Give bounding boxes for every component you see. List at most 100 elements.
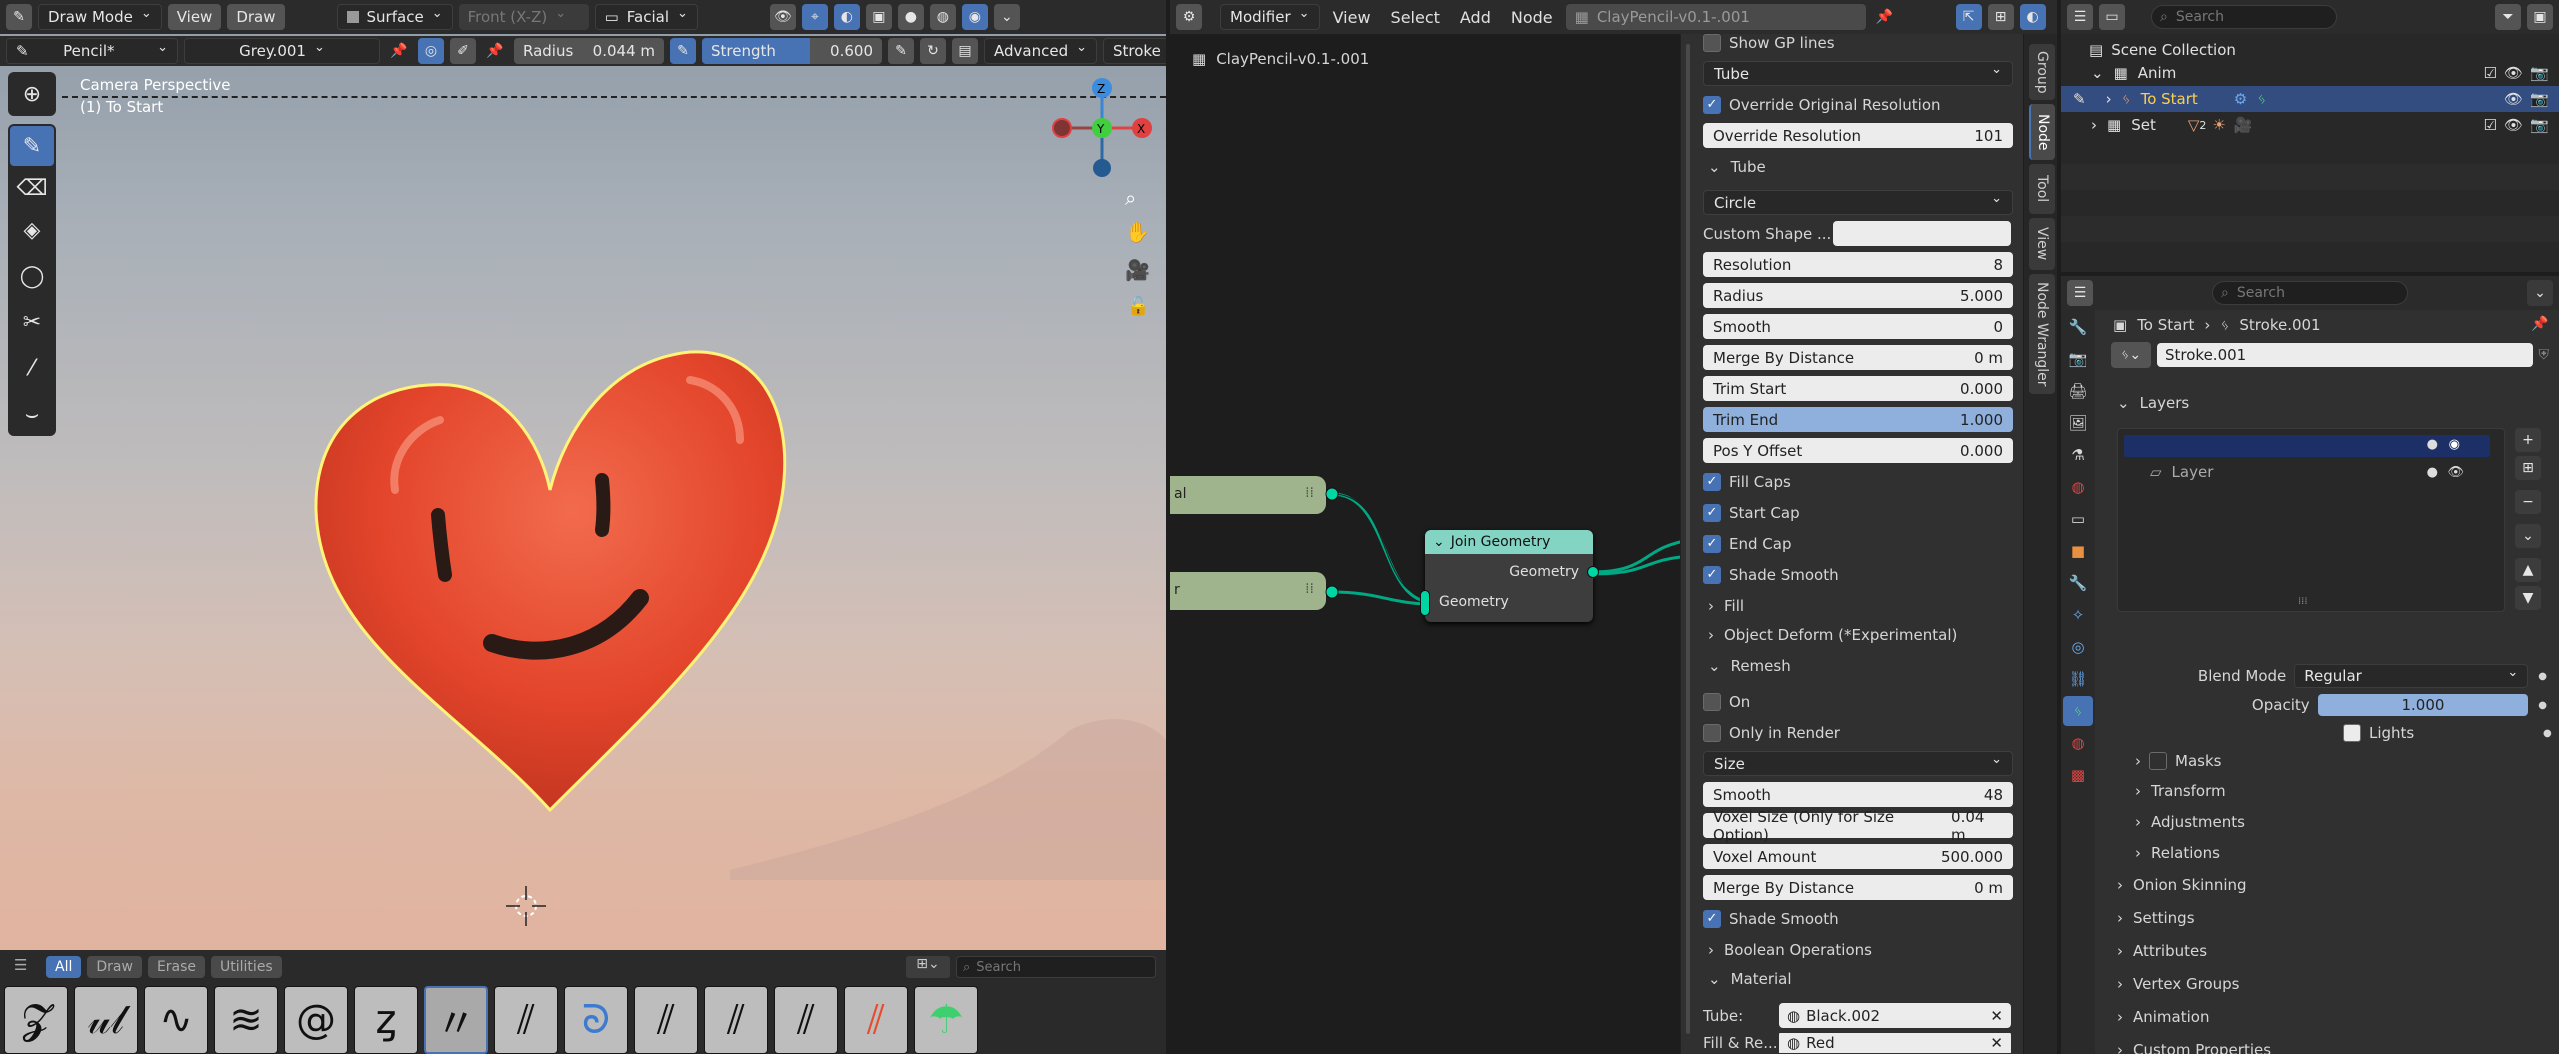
trim-end-field[interactable]: Trim End 1.000 — [1703, 407, 2013, 432]
shelf-tab-all[interactable]: All — [46, 956, 82, 978]
object-tab-icon[interactable]: ■ — [2063, 536, 2093, 566]
voxel-size-field[interactable]: Voxel Size (Only for Size Option) 0.04 m — [1703, 808, 2013, 844]
stabilizer-icon[interactable]: ↻ — [920, 38, 946, 64]
cursor-tool[interactable]: ⊕ — [10, 74, 54, 114]
shade-smooth-checkbox[interactable]: ✓ — [1703, 565, 1721, 584]
brush-erase-soft-icon[interactable]: ⫽ — [704, 986, 768, 1054]
layer-list[interactable]: ● ◉ ▱ Layer ● 👁 ⁞⁞⁞ — [2117, 428, 2505, 612]
outliner-row-set[interactable]: › ▦ Set ▽ 2 ☀ 🎥 ☑ 👁 📷 — [2061, 112, 2559, 138]
shelf-tab-draw[interactable]: Draw — [87, 956, 142, 978]
custom-shape-field[interactable] — [1833, 221, 2011, 246]
size-mode-dropdown[interactable]: Size — [1703, 751, 2013, 776]
placement-select[interactable]: Surface — [336, 4, 453, 30]
lights-checkbox[interactable] — [2343, 724, 2361, 742]
new-collection-icon[interactable]: ▣ — [2527, 4, 2553, 30]
fill-material-field[interactable]: ◍ Red ✕ — [1779, 1033, 2011, 1053]
shelf-menu-icon[interactable]: ☰ — [14, 956, 40, 978]
brush-icon[interactable]: ✐ — [450, 38, 476, 64]
only-render-row[interactable]: Only in Render — [1703, 720, 2013, 745]
tube-material-field[interactable]: ◍ Black.002 ✕ — [1779, 1003, 2011, 1028]
radius-field[interactable]: Radius 5.000 — [1703, 283, 2013, 308]
shade-smooth2-row[interactable]: ✓ Shade Smooth — [1703, 906, 2013, 931]
fake-user-icon[interactable]: ⛨ — [2539, 347, 2550, 363]
start-cap-checkbox[interactable]: ✓ — [1703, 503, 1721, 522]
pin-icon[interactable]: 📌 — [386, 38, 412, 64]
shading-rendered-icon[interactable]: ◉ — [961, 4, 988, 30]
attributes-panel[interactable]: › Attributes — [2117, 942, 2207, 960]
brush-pen-icon[interactable]: @ — [284, 986, 348, 1054]
outliner[interactable]: ☰ ▭ ⌕ Search ⏷ ▣ ▤ Scene Collection ⌄ ▦ Anim… — [2061, 0, 2559, 272]
transform-subpanel[interactable]: › Transform — [2135, 782, 2226, 800]
texture-tab-icon[interactable]: ▩ — [2063, 760, 2093, 790]
layers-panel-header[interactable]: ⌄ Layers — [2117, 394, 2189, 412]
remesh-section-header[interactable]: ⌄ Remesh — [1708, 653, 2018, 678]
strength-pressure-icon[interactable]: ✎ — [888, 38, 914, 64]
resolution-field[interactable]: Resolution 8 — [1703, 252, 2013, 277]
brush-tint-icon[interactable]: ⫽ — [844, 986, 908, 1054]
strength-field[interactable]: Strength 0.600 — [702, 38, 882, 64]
override-res-check-row[interactable]: ✓ Override Original Resolution — [1703, 92, 2013, 117]
shading-options-icon[interactable]: ⌄ — [993, 4, 1020, 30]
brush-fill-icon[interactable]: ☂ — [914, 986, 978, 1054]
shade-smooth-row[interactable]: ✓ Shade Smooth — [1703, 562, 2013, 587]
show-gp-lines-row[interactable]: Show GP lines — [1703, 30, 2013, 55]
only-render-checkbox[interactable] — [1703, 723, 1721, 742]
layer-specials-icon[interactable]: ⌄ — [2515, 524, 2541, 548]
shader-fx-tab-icon[interactable]: ✧ — [2063, 600, 2093, 630]
outliner-row-anim[interactable]: ⌄ ▦ Anim ☑ 👁 📷 — [2061, 60, 2559, 86]
join-geometry-header[interactable]: ⌄ Join Geometry — [1425, 530, 1593, 554]
eye-icon[interactable]: 👁 — [2504, 90, 2523, 108]
primitive-tool[interactable]: ◯ — [10, 256, 54, 296]
close-icon[interactable]: ✕ — [1990, 1007, 2003, 1025]
shelf-search-input[interactable]: ⌕ Search — [956, 956, 1156, 978]
posy-field[interactable]: Pos Y Offset 0.000 — [1703, 438, 2013, 463]
shade-smooth2-checkbox[interactable]: ✓ — [1703, 909, 1721, 928]
animate-dot-icon[interactable]: ● — [2543, 728, 2552, 739]
tab-node-wrangler[interactable]: Node Wrangler — [2029, 274, 2055, 394]
cutter-tool[interactable]: ✂ — [10, 302, 54, 342]
settings-icon[interactable]: ▤ — [952, 38, 978, 64]
smooth-field[interactable]: Smooth 0 — [1703, 314, 2013, 339]
navigation-gizmo[interactable]: Z X Y — [1040, 76, 1160, 186]
move-down-icon[interactable]: ▼ — [2515, 586, 2541, 610]
camera-icon[interactable]: 📷 — [2530, 116, 2549, 134]
brush-chisel-icon[interactable]: ≋ — [214, 986, 278, 1054]
pin-icon-2[interactable]: 📌 — [482, 38, 508, 64]
modifier-tab-icon[interactable]: 🔧 — [2063, 568, 2093, 598]
brush-hatch-icon[interactable]: ⫽ — [494, 986, 558, 1054]
eyedropper-tool[interactable]: ⁄ — [10, 348, 54, 388]
display-mode-icon[interactable]: ▭ — [2099, 4, 2125, 30]
settings-panel[interactable]: › Settings — [2117, 909, 2195, 927]
brush-marker-icon[interactable]: ∿ — [144, 986, 208, 1054]
vertex-groups-panel[interactable]: › Vertex Groups — [2117, 975, 2239, 993]
list-resize-handle[interactable]: ⁞⁞⁞ — [2298, 596, 2308, 607]
heart-object[interactable] — [300, 340, 800, 820]
merge-field[interactable]: Merge By Distance 0 m — [1703, 345, 2013, 370]
voxel-amount-field[interactable]: Voxel Amount 500.000 — [1703, 844, 2013, 869]
datablock-name-field[interactable]: Stroke.001 — [2157, 343, 2533, 367]
outliner-search-input[interactable]: ⌕ Search — [2151, 5, 2337, 29]
camera-icon[interactable]: 🎥 — [1125, 258, 1150, 282]
blend-mode-dropdown[interactable]: Regular — [2294, 664, 2529, 688]
brush-blur-icon[interactable]: ᘐ — [564, 986, 628, 1054]
material-tab-icon[interactable]: ◍ — [2063, 728, 2093, 758]
mode-select[interactable]: Draw Mode — [38, 4, 162, 30]
join-geometry-node[interactable]: ⌄ Join Geometry Geometry Geometry — [1420, 530, 1599, 622]
render-tab-icon[interactable]: 📷 — [2063, 344, 2093, 374]
camera-icon[interactable]: 📷 — [2530, 64, 2549, 82]
menu-draw[interactable]: Draw — [227, 4, 285, 30]
brush-erase-stroke-icon[interactable]: ⫽ — [774, 986, 838, 1054]
overlay-icon[interactable]: ◐ — [833, 4, 860, 30]
checkbox-icon[interactable]: ☑ — [2484, 64, 2497, 82]
shelf-tab-utilities[interactable]: Utilities — [211, 956, 282, 978]
boolean-ops-header[interactable]: › Boolean Operations — [1708, 937, 2018, 962]
join-input-socket[interactable] — [1420, 590, 1430, 616]
eye-icon[interactable]: 👁 — [2504, 64, 2523, 82]
zoom-icon[interactable]: ⌕ — [1125, 186, 1136, 210]
shelf-display-icon[interactable]: ⊞⌄ — [906, 956, 950, 978]
adjustments-subpanel[interactable]: › Adjustments — [2135, 813, 2245, 831]
layer-row[interactable]: ▱ Layer ● 👁 — [2124, 461, 2490, 483]
view-axis-select[interactable]: Front (X-Z) — [458, 4, 589, 30]
add-layer-icon[interactable]: + — [2515, 428, 2541, 452]
world-tab-icon[interactable]: ◍ — [2063, 472, 2093, 502]
